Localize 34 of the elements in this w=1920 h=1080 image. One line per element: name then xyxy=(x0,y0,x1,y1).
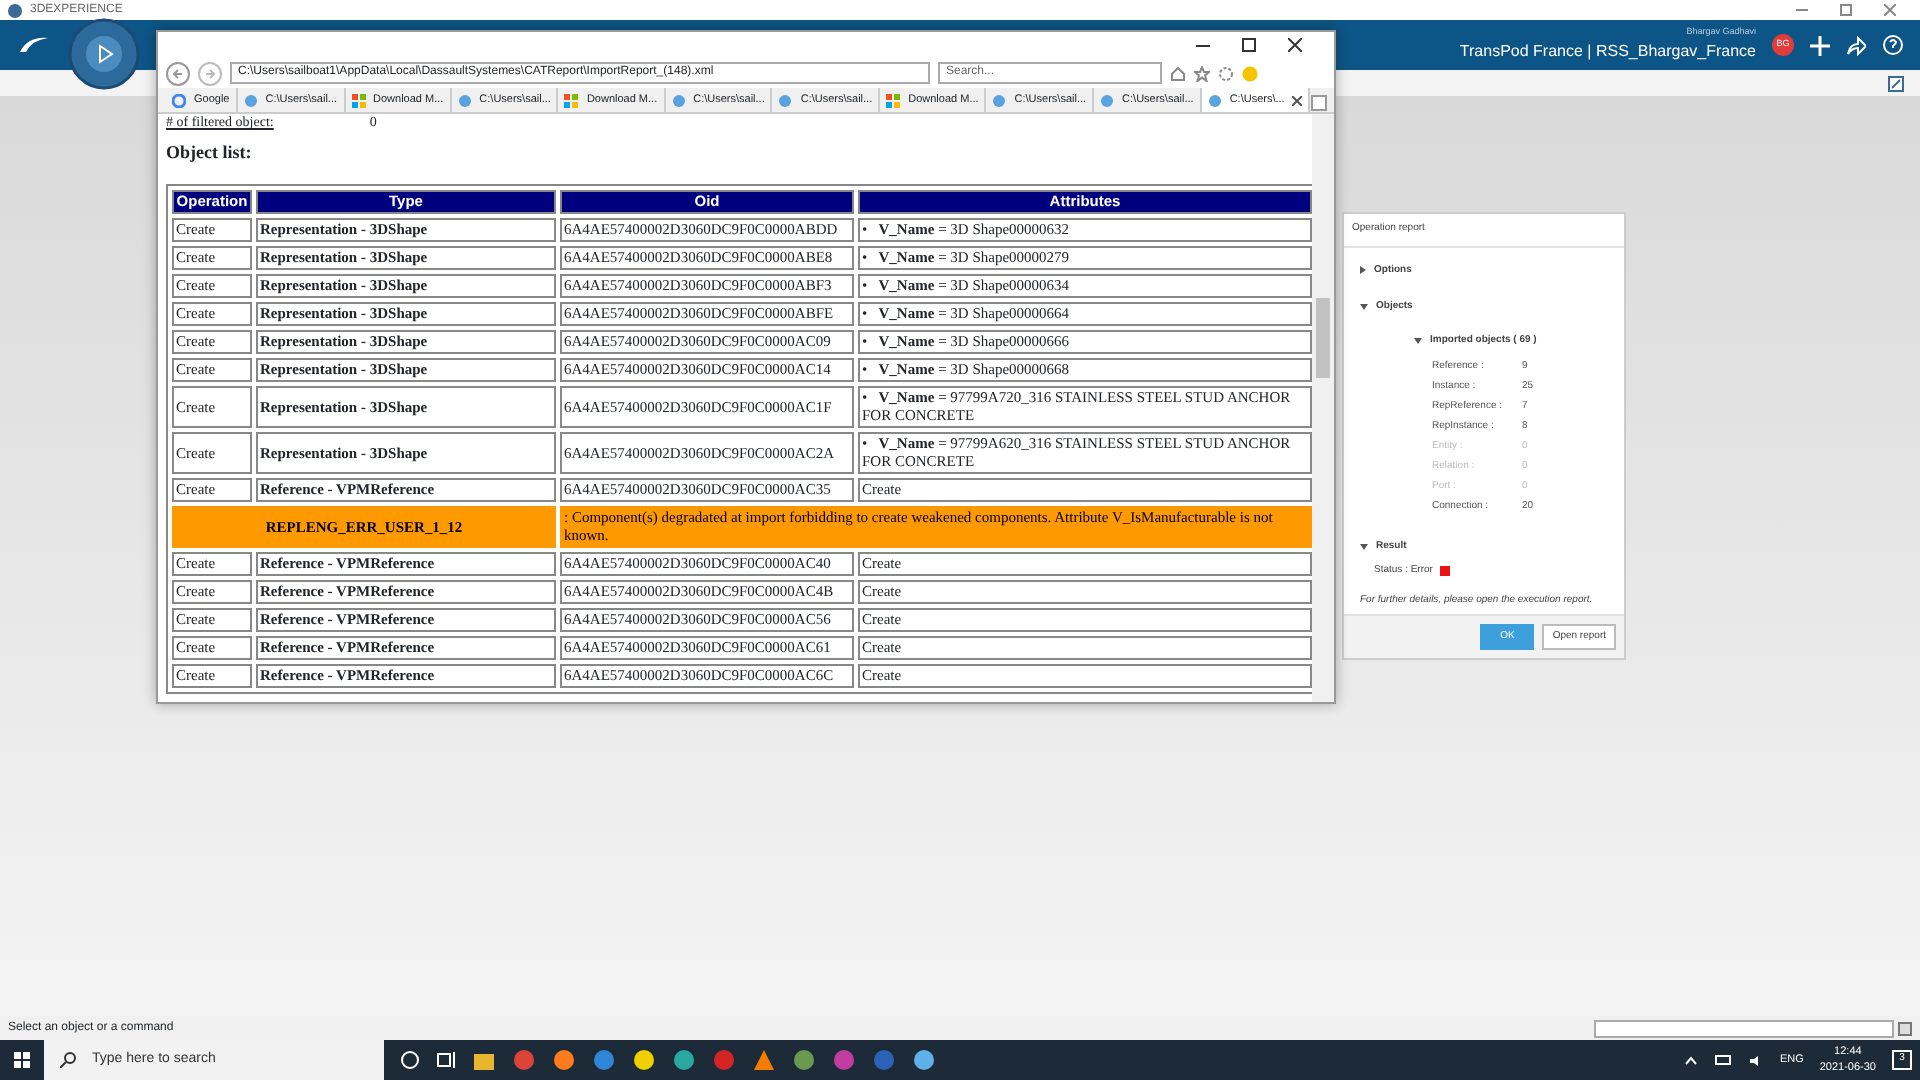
folder-icon[interactable] xyxy=(472,1048,496,1072)
maximize-icon[interactable] xyxy=(1242,38,1256,52)
close-icon[interactable] xyxy=(1292,95,1303,105)
circle-icon[interactable] xyxy=(400,1050,420,1070)
tiles-icon xyxy=(886,93,901,107)
g-icon xyxy=(172,93,186,107)
app-logo-icon xyxy=(8,3,22,17)
caret-icon[interactable] xyxy=(1360,266,1366,275)
task-view-icon[interactable] xyxy=(436,1050,456,1070)
network-icon[interactable] xyxy=(1713,1053,1732,1067)
back-icon[interactable] xyxy=(166,61,190,85)
chevron-up-icon[interactable] xyxy=(1683,1055,1698,1065)
star-icon[interactable] xyxy=(1194,65,1210,81)
home-icon[interactable] xyxy=(1170,65,1186,81)
share-icon[interactable] xyxy=(1846,35,1866,55)
collapse-icon[interactable] xyxy=(1888,75,1904,91)
close-icon[interactable] xyxy=(1288,38,1302,52)
context-selector[interactable]: TransPod France | RSS_Bhargav_France xyxy=(1459,39,1756,64)
speaker-icon[interactable] xyxy=(1747,1053,1764,1067)
command-field[interactable] xyxy=(1594,1019,1894,1037)
help-icon[interactable] xyxy=(1882,34,1904,56)
new-tab-icon[interactable] xyxy=(1310,94,1329,112)
cone-icon[interactable] xyxy=(752,1048,776,1072)
caret-icon[interactable] xyxy=(1414,337,1422,344)
caret-icon[interactable] xyxy=(1360,304,1368,311)
toolbar-icon[interactable] xyxy=(1898,1021,1912,1035)
caret-icon[interactable] xyxy=(1360,544,1368,551)
search-icon xyxy=(60,1052,76,1068)
tiles-icon xyxy=(351,93,366,107)
logo-icon[interactable] xyxy=(16,32,52,56)
scrollbar[interactable] xyxy=(1312,114,1334,702)
section-heading: Object list: xyxy=(166,140,254,166)
plus-icon[interactable] xyxy=(1810,35,1830,55)
tiles-icon xyxy=(564,93,579,107)
